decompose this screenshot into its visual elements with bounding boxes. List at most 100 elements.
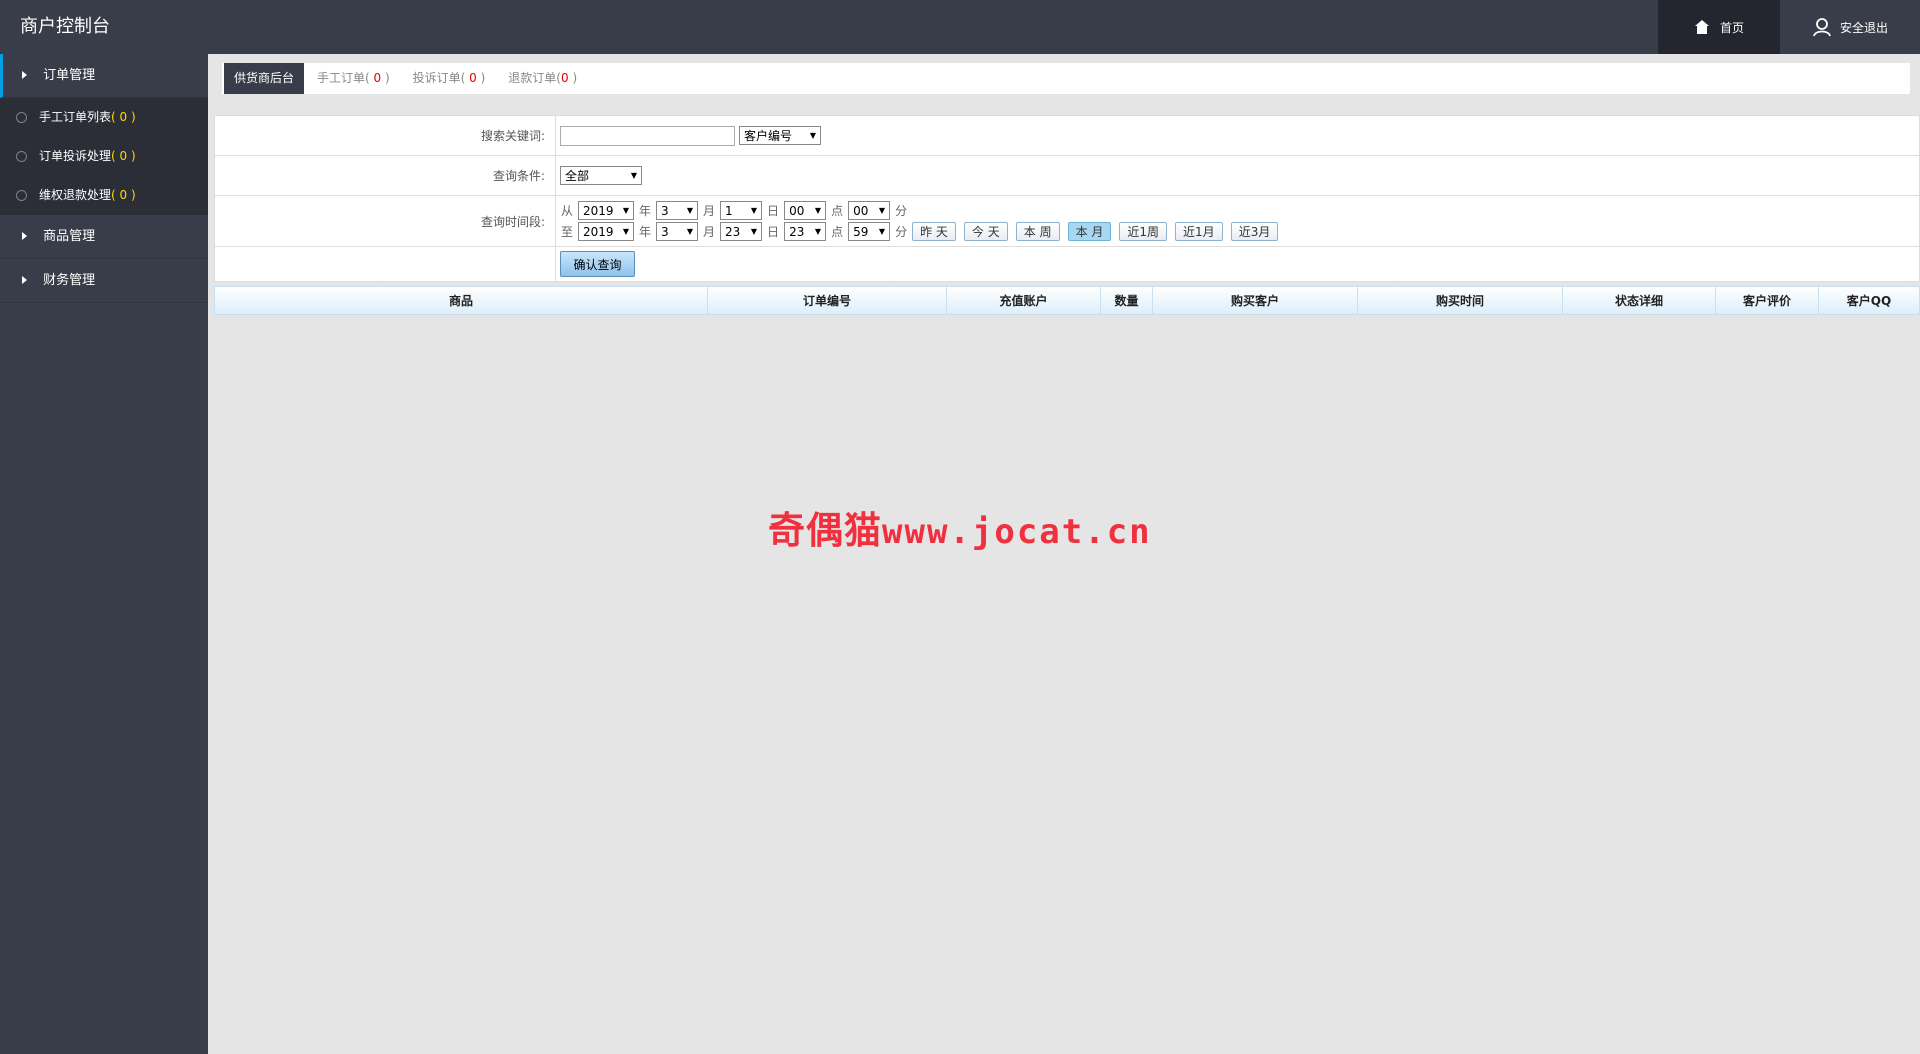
tab-supplier-backend[interactable]: 供货商后台 xyxy=(224,63,305,94)
keyword-input[interactable] xyxy=(560,125,735,146)
sidebar-group-label: 财务管理 xyxy=(43,273,96,288)
chevron-down-icon: ▼ xyxy=(750,227,758,236)
tab-paren: ) xyxy=(568,71,578,85)
chevron-down-icon: ▼ xyxy=(814,206,822,215)
app-title: 商户控制台 xyxy=(20,16,110,37)
keyword-label: 搜索关键词: xyxy=(215,116,556,155)
sidebar-item-label: 订单投诉处理 xyxy=(39,149,112,163)
select-value: 3 xyxy=(661,224,669,239)
circle-icon xyxy=(16,112,27,123)
select-value: 00 xyxy=(853,203,869,218)
quick-this-week-button[interactable]: 本 周 xyxy=(1015,222,1060,241)
watermark-cn: 奇偶猫 xyxy=(768,509,882,552)
from-year-select[interactable]: 2019 ▼ xyxy=(578,201,635,220)
column-header-rating[interactable]: 客户评价 xyxy=(1716,287,1819,314)
sidebar-group-goods[interactable]: 商品管理 xyxy=(0,215,208,259)
from-minute-select[interactable]: 00 ▼ xyxy=(848,201,891,220)
unit-hour: 点 xyxy=(831,204,844,218)
unit-year: 年 xyxy=(639,225,652,239)
chevron-down-icon: ▼ xyxy=(622,206,630,215)
sidebar-group-finance[interactable]: 财务管理 xyxy=(0,259,208,303)
search-form: 搜索关键词: 客户编号 ▼ 查询条件: 全部 ▼ 查询时间段: 从 2019 ▼ 年 … xyxy=(214,115,1920,282)
unit-month: 月 xyxy=(703,204,716,218)
user-icon xyxy=(1813,18,1831,37)
chevron-down-icon: ▼ xyxy=(630,171,637,180)
sidebar-item-refunds[interactable]: 维权退款处理 ( 0 ) xyxy=(0,176,208,215)
time-label: 查询时间段: xyxy=(215,196,556,246)
tab-bar: 供货商后台 手工订单( 0 ) 投诉订单( 0 ) 退款订单(0 ) xyxy=(222,63,1910,94)
sidebar-item-count: ( 0 ) xyxy=(111,149,136,163)
caret-right-icon xyxy=(22,276,27,284)
quick-yesterday-button[interactable]: 昨 天 xyxy=(912,222,956,241)
unit-month: 月 xyxy=(703,225,716,239)
watermark-url: www.jocat.cn xyxy=(882,512,1152,552)
quick-last-week-button[interactable]: 近1周 xyxy=(1119,222,1168,241)
quick-today-button[interactable]: 今 天 xyxy=(963,222,1008,241)
home-icon xyxy=(1694,20,1709,34)
quick-last-3-months-button[interactable]: 近3月 xyxy=(1230,222,1279,241)
column-header-purchase-time[interactable]: 购买时间 xyxy=(1358,287,1563,314)
form-row-time: 查询时间段: 从 2019 ▼ 年 3 ▼ 月 1 ▼ 日 00 ▼ 点 00 ▼ 分 至 xyxy=(215,196,1919,247)
orders-table-header: 商品 订单编号 充值账户 数量 购买客户 购买时间 状态详细 客户评价 客户QQ xyxy=(214,286,1920,315)
sidebar-item-complaints[interactable]: 订单投诉处理 ( 0 ) xyxy=(0,137,208,176)
to-hour-select[interactable]: 23 ▼ xyxy=(784,222,827,241)
select-value: 59 xyxy=(853,224,869,239)
from-day-select[interactable]: 1 ▼ xyxy=(720,201,763,220)
select-value: 23 xyxy=(725,224,741,239)
home-button[interactable]: 首页 xyxy=(1658,0,1780,54)
unit-day: 日 xyxy=(767,225,780,239)
circle-icon xyxy=(16,151,27,162)
tab-label: 手工订单( xyxy=(317,71,370,85)
sidebar-submenu-orders: 手工订单列表 ( 0 ) 订单投诉处理 ( 0 ) 维权退款处理 ( 0 ) xyxy=(0,98,208,215)
from-hour-select[interactable]: 00 ▼ xyxy=(784,201,827,220)
tab-complaint-orders[interactable]: 投诉订单( 0 ) xyxy=(403,63,496,94)
sidebar-item-label: 维权退款处理 xyxy=(39,188,112,202)
top-bar: 商户控制台 首页 安全退出 xyxy=(0,0,1920,54)
unit-minute: 分 xyxy=(895,225,908,239)
select-value: 全部 xyxy=(565,169,590,183)
select-value: 1 xyxy=(725,203,733,218)
empty-label xyxy=(215,247,556,281)
from-month-select[interactable]: 3 ▼ xyxy=(656,201,699,220)
condition-select[interactable]: 全部 ▼ xyxy=(560,166,642,185)
column-header-qq[interactable]: 客户QQ xyxy=(1819,287,1919,314)
chevron-down-icon: ▼ xyxy=(878,206,886,215)
caret-right-icon xyxy=(22,71,27,79)
column-header-quantity[interactable]: 数量 xyxy=(1101,287,1153,314)
column-header-status[interactable]: 状态详细 xyxy=(1563,287,1716,314)
sidebar-item-manual-orders[interactable]: 手工订单列表 ( 0 ) xyxy=(0,98,208,137)
chevron-down-icon: ▼ xyxy=(750,206,758,215)
column-header-order-no[interactable]: 订单编号 xyxy=(708,287,947,314)
unit-hour: 点 xyxy=(831,225,844,239)
tab-refund-orders[interactable]: 退款订单(0 ) xyxy=(498,63,587,94)
to-minute-select[interactable]: 59 ▼ xyxy=(848,222,891,241)
chevron-down-icon: ▼ xyxy=(686,227,694,236)
to-month-select[interactable]: 3 ▼ xyxy=(656,222,699,241)
sidebar-item-count: ( 0 ) xyxy=(111,110,136,124)
select-value: 2019 xyxy=(583,203,614,218)
confirm-search-button[interactable]: 确认查询 xyxy=(560,251,635,277)
quick-last-month-button[interactable]: 近1月 xyxy=(1175,222,1223,241)
column-header-recharge-account[interactable]: 充值账户 xyxy=(947,287,1101,314)
unit-minute: 分 xyxy=(895,204,908,218)
logout-button[interactable]: 安全退出 xyxy=(1780,0,1920,54)
tab-count: 0 xyxy=(369,71,385,85)
time-to-row: 至 2019 ▼ 年 3 ▼ 月 23 ▼ 日 23 ▼ 点 59 ▼ 分 昨 天 今 天… xyxy=(560,222,1279,241)
chevron-down-icon: ▼ xyxy=(686,206,694,215)
to-day-select[interactable]: 23 ▼ xyxy=(720,222,763,241)
sidebar-group-label: 订单管理 xyxy=(43,68,96,83)
keyword-type-select[interactable]: 客户编号 ▼ xyxy=(739,126,821,145)
column-header-customer[interactable]: 购买客户 xyxy=(1153,287,1358,314)
sidebar-group-orders[interactable]: 订单管理 xyxy=(0,54,208,98)
quick-this-month-button[interactable]: 本 月 xyxy=(1067,222,1112,241)
tab-paren: ) xyxy=(480,71,486,85)
condition-label: 查询条件: xyxy=(215,156,556,195)
column-header-goods[interactable]: 商品 xyxy=(215,287,708,314)
to-year-select[interactable]: 2019 ▼ xyxy=(578,222,635,241)
tab-manual-orders[interactable]: 手工订单( 0 ) xyxy=(307,63,400,94)
select-value: 00 xyxy=(789,203,805,218)
form-row-condition: 查询条件: 全部 ▼ xyxy=(215,156,1919,196)
sidebar-group-label: 商品管理 xyxy=(43,229,96,244)
from-label: 从 xyxy=(561,204,574,218)
form-row-submit: 确认查询 xyxy=(215,247,1919,281)
